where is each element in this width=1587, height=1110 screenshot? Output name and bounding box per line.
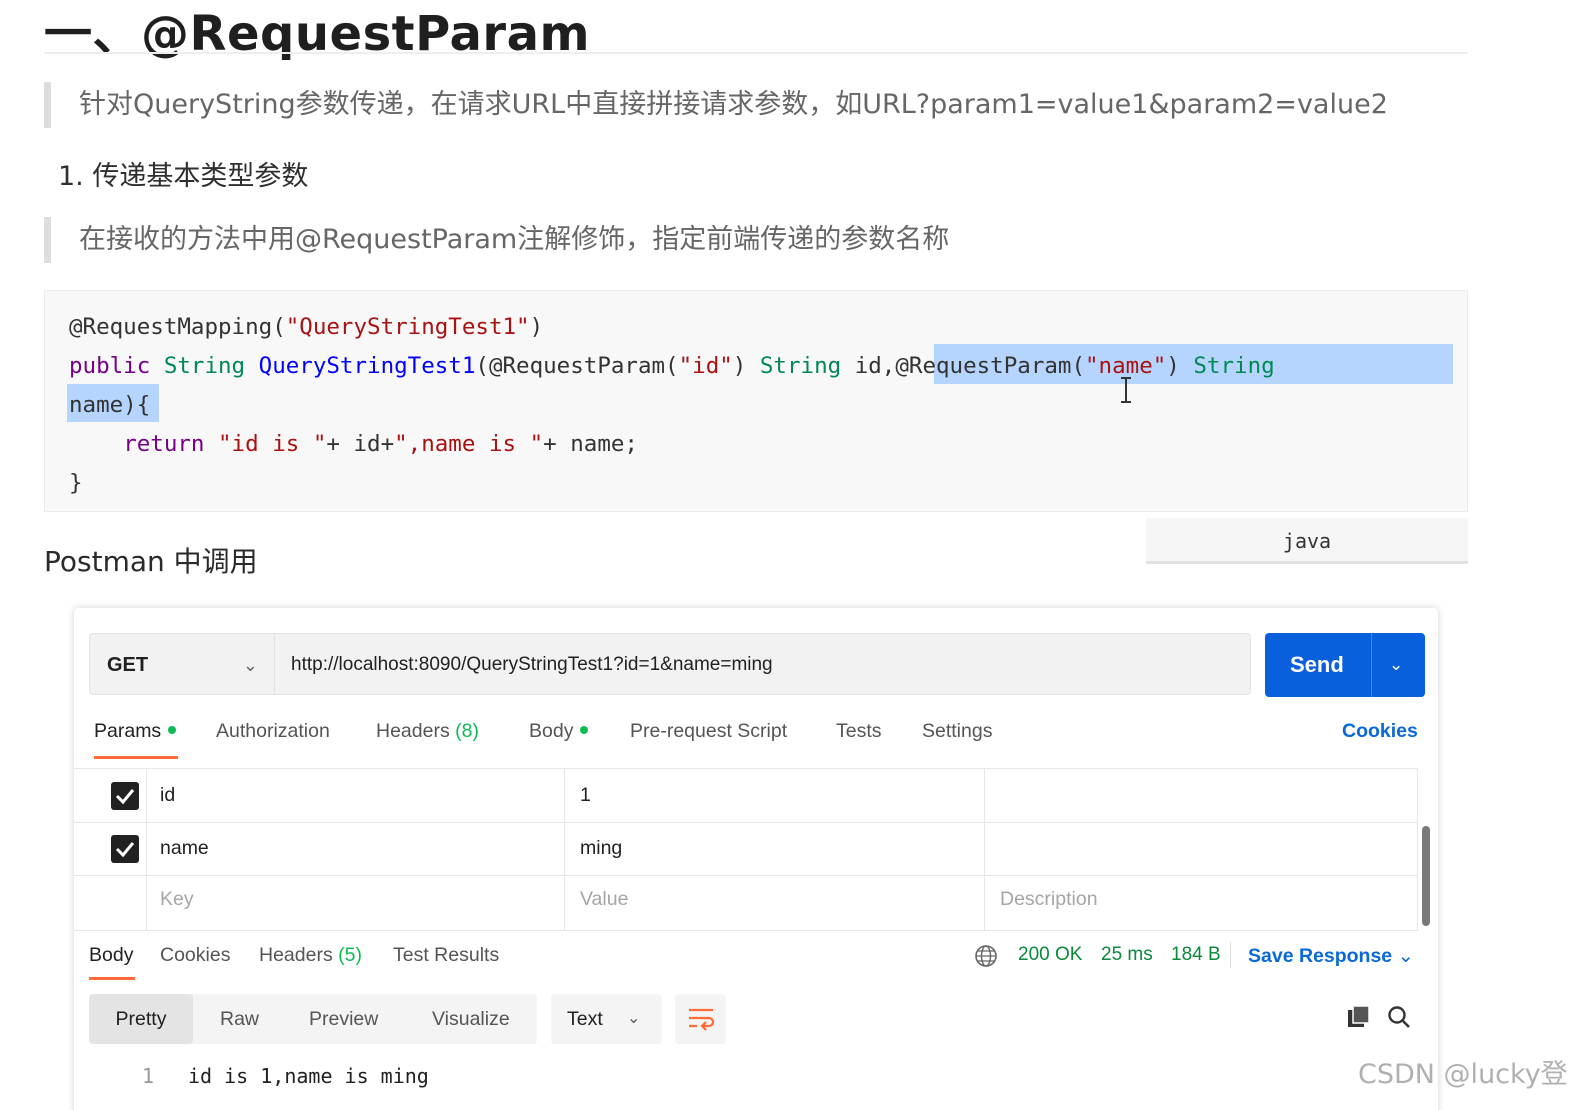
response-time[interactable]: 25 ms	[1101, 944, 1153, 966]
view-visualize-button[interactable]: Visualize	[432, 994, 510, 1044]
view-raw-button[interactable]: Raw	[220, 994, 259, 1044]
format-select[interactable]: Text ⌄	[551, 994, 662, 1044]
save-response-button[interactable]: Save Response ⌄	[1248, 944, 1414, 968]
response-tab-test-results[interactable]: Test Results	[393, 944, 499, 967]
active-tab-underline	[94, 756, 178, 759]
page-heading: 一、@RequestParam	[44, 6, 590, 62]
active-indicator-dot	[580, 726, 589, 734]
response-body: id is 1,name is ming	[188, 1064, 429, 1088]
chevron-down-icon: ⌄	[627, 1010, 641, 1027]
scrollbar[interactable]	[1422, 826, 1430, 926]
search-icon[interactable]	[1386, 1004, 1412, 1030]
method-select[interactable]: GET ⌄	[89, 633, 275, 695]
param-checkbox-name[interactable]	[111, 835, 139, 863]
wrap-lines-button[interactable]	[675, 994, 726, 1044]
tab-headers[interactable]: Headers (8)	[376, 720, 479, 743]
postman-window: GET ⌄ http://localhost:8090/QueryStringT…	[74, 608, 1438, 1110]
send-divider	[1371, 633, 1372, 697]
chevron-down-icon[interactable]: ⌄	[1389, 633, 1403, 697]
param-value[interactable]: ming	[580, 837, 622, 860]
params-table: id 1 name ming Key Value Description	[74, 768, 1418, 931]
view-mode-group: Pretty Raw Preview Visualize	[89, 994, 537, 1044]
code-line: return "id is "+ id+",name is "+ name;	[123, 431, 638, 457]
active-indicator-dot	[168, 726, 177, 734]
tab-authorization[interactable]: Authorization	[216, 720, 330, 743]
view-preview-button[interactable]: Preview	[309, 994, 378, 1044]
divider	[1230, 942, 1231, 968]
key-placeholder[interactable]: Key	[160, 888, 194, 911]
line-number: 1	[142, 1064, 155, 1088]
cookies-link[interactable]: Cookies	[1342, 720, 1418, 743]
code-language-label: java	[1146, 518, 1468, 564]
tab-body[interactable]: Body	[529, 720, 589, 743]
wrap-lines-icon	[689, 1008, 715, 1031]
url-input[interactable]: http://localhost:8090/QueryStringTest1?i…	[275, 633, 1251, 695]
copy-icon[interactable]	[1346, 1004, 1372, 1030]
code-block: @RequestMapping("QueryStringTest1") publ…	[44, 290, 1468, 512]
description-placeholder[interactable]: Description	[1000, 888, 1098, 911]
value-placeholder[interactable]: Value	[580, 888, 628, 911]
text-cursor-icon	[1121, 377, 1131, 403]
tab-settings[interactable]: Settings	[922, 720, 992, 743]
response-tab-headers[interactable]: Headers (5)	[259, 944, 362, 967]
chevron-down-icon: ⌄	[1397, 945, 1414, 967]
code-line: @RequestMapping("QueryStringTest1")	[69, 314, 544, 340]
code-line: }	[69, 470, 83, 496]
method-label: GET	[107, 654, 149, 676]
param-key[interactable]: id	[160, 784, 175, 807]
status-code[interactable]: 200 OK	[1018, 944, 1082, 966]
heading-divider	[44, 52, 1468, 54]
send-label: Send	[1290, 652, 1344, 677]
code-line: public String QueryStringTest1(@RequestP…	[69, 353, 1275, 379]
active-tab-underline	[89, 977, 135, 980]
response-tab-body[interactable]: Body	[89, 944, 133, 967]
annotation-description: 在接收的方法中用@RequestParam注解修饰，指定前端传递的参数名称	[44, 217, 1468, 263]
section-title: Postman 中调用	[44, 545, 258, 578]
tab-tests[interactable]: Tests	[836, 720, 882, 743]
subheading: 1. 传递基本类型参数	[58, 161, 309, 192]
response-tab-cookies[interactable]: Cookies	[160, 944, 230, 967]
querystring-description: 针对QueryString参数传递，在请求URL中直接拼接请求参数，如URL?p…	[44, 82, 1468, 128]
response-size[interactable]: 184 B	[1171, 944, 1221, 966]
globe-icon[interactable]	[974, 944, 998, 968]
chevron-down-icon: ⌄	[242, 655, 258, 675]
param-key[interactable]: name	[160, 837, 209, 860]
code-line: name){	[69, 392, 151, 418]
view-pretty-button[interactable]: Pretty	[89, 994, 193, 1044]
param-checkbox-id[interactable]	[111, 782, 139, 810]
send-button[interactable]: Send ⌄	[1265, 633, 1425, 697]
checkmark-icon	[115, 789, 135, 805]
watermark: CSDN @lucky登	[1358, 1059, 1568, 1090]
tab-pre-request-script[interactable]: Pre-request Script	[630, 720, 787, 743]
param-value[interactable]: 1	[580, 784, 591, 807]
checkmark-icon	[115, 842, 135, 858]
tab-params[interactable]: Params	[94, 720, 177, 743]
